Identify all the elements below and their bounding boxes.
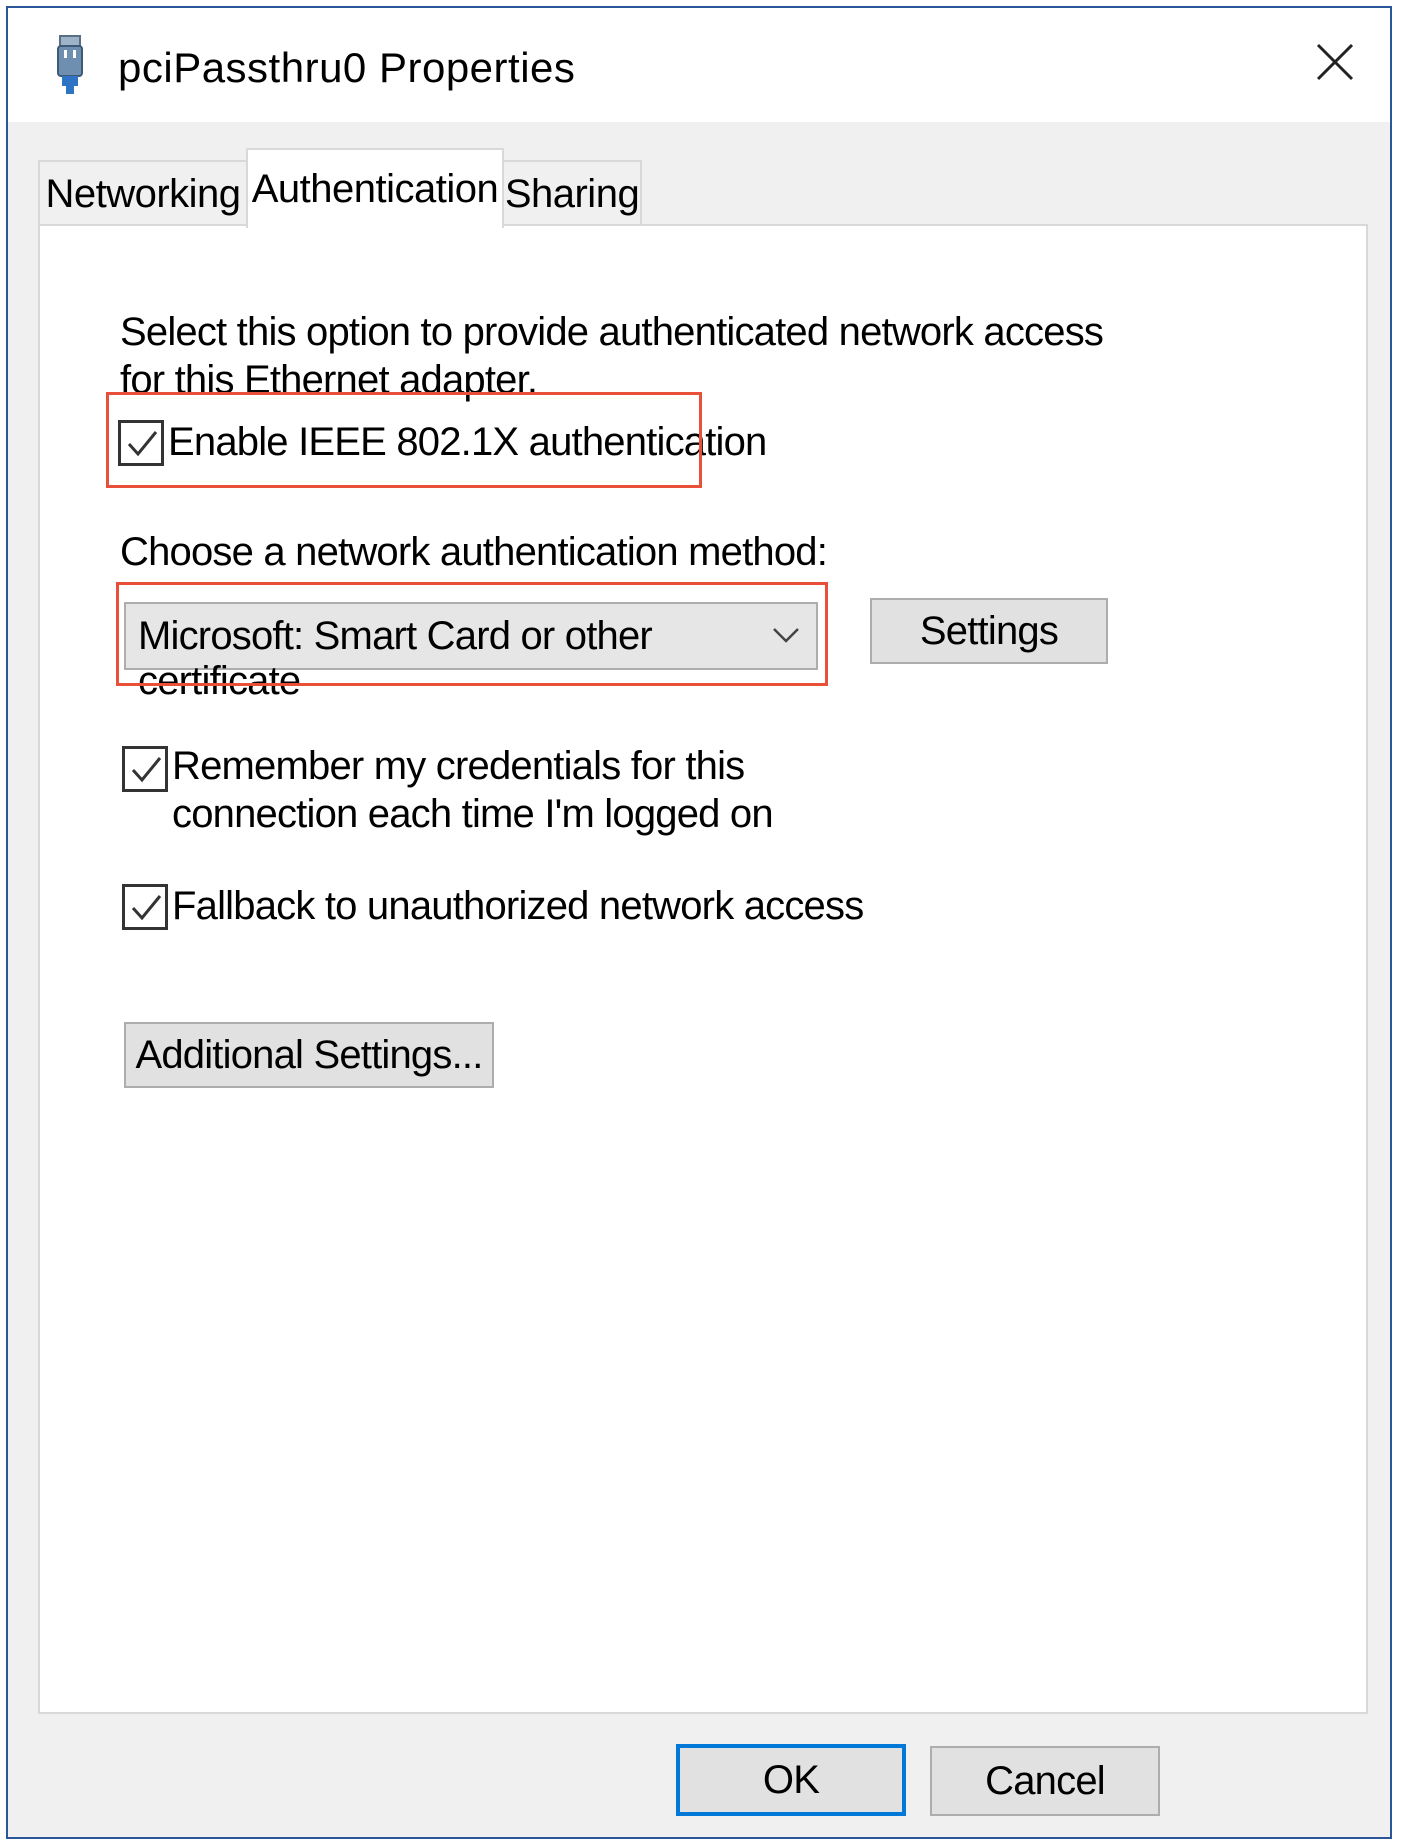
enable-8021x-checkbox[interactable] xyxy=(118,420,164,466)
auth-method-value: Microsoft: Smart Card or other certifica… xyxy=(138,614,653,703)
network-adapter-icon xyxy=(52,34,88,96)
window-title: pciPassthru0 Properties xyxy=(118,44,576,91)
authentication-panel: Select this option to provide authentica… xyxy=(38,224,1368,1714)
checkmark-icon xyxy=(131,757,162,783)
chevron-down-icon xyxy=(772,626,800,649)
tab-networking[interactable]: Networking xyxy=(38,160,248,226)
tab-authentication[interactable]: Authentication xyxy=(246,148,504,228)
ok-button[interactable]: OK xyxy=(676,1744,906,1816)
close-icon xyxy=(1315,42,1355,87)
title-bar: pciPassthru0 Properties xyxy=(8,8,1390,122)
auth-description: Select this option to provide authentica… xyxy=(120,310,1104,402)
remember-credentials-label: Remember my credentials for this connect… xyxy=(172,744,774,836)
close-button[interactable] xyxy=(1280,8,1390,120)
fallback-label: Fallback to unauthorized network access xyxy=(172,884,864,928)
checkmark-icon xyxy=(127,431,158,457)
tab-sharing[interactable]: Sharing xyxy=(502,160,642,226)
checkmark-icon xyxy=(131,895,162,921)
additional-settings-button[interactable]: Additional Settings... xyxy=(124,1022,494,1088)
cancel-button[interactable]: Cancel xyxy=(930,1746,1160,1816)
method-prompt: Choose a network authentication method: xyxy=(120,530,828,574)
enable-8021x-label: Enable IEEE 802.1X authentication xyxy=(168,420,767,464)
remember-credentials-checkbox[interactable] xyxy=(122,746,168,792)
settings-button[interactable]: Settings xyxy=(870,598,1108,664)
auth-method-select[interactable]: Microsoft: Smart Card or other certifica… xyxy=(124,602,818,703)
fallback-checkbox[interactable] xyxy=(122,884,168,930)
properties-dialog: pciPassthru0 Properties Networking Authe… xyxy=(6,6,1392,1839)
